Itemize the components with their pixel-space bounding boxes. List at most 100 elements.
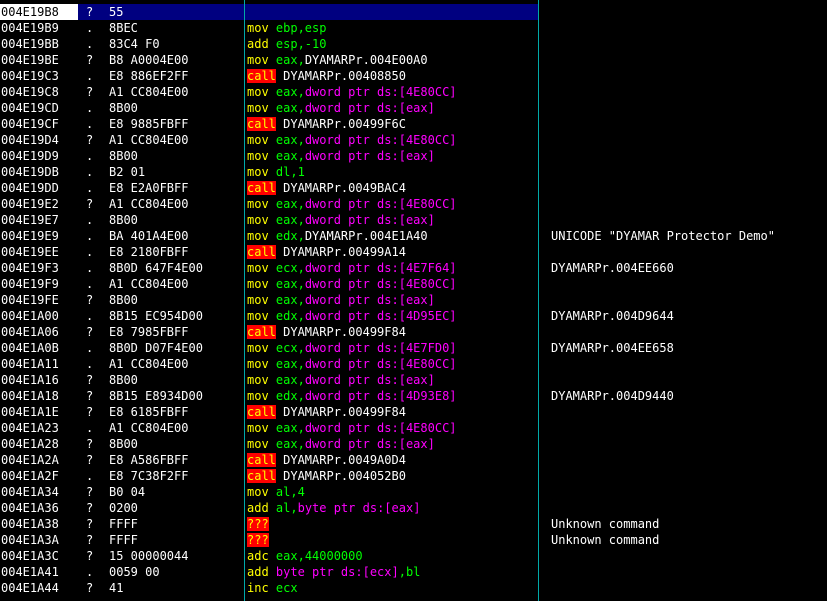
disasm-row[interactable]: 004E19B9. 8BEC mov ebp,esp [0,20,827,36]
command-token: mov [247,373,276,387]
command-token: mov [247,197,276,211]
row-hex-dump: 8B0D 647F4E00 [109,261,203,275]
row-hex-dump: 0200 [109,501,138,515]
row-address: 004E19EE [1,245,59,259]
row-hex-area: . A1 CC804E00 [78,356,244,372]
row-hex-dump: 8B15 E8934D00 [109,389,203,403]
disasm-row[interactable]: 004E1A16? 8B00 mov eax,dword ptr ds:[eax] [0,372,827,388]
command-token: DYAMARPr.004E00A0 [304,53,428,67]
row-command-area: mov ebp,esp [245,20,538,36]
row-command: adc eax,44000000 [247,548,363,564]
row-hex-dump: A1 CC804E00 [109,197,189,211]
row-hex-area: . A1 CC804E00 [78,276,244,292]
row-hex-area: . 8BEC [78,20,244,36]
disasm-row[interactable]: 004E1A36? 0200 add al,byte ptr ds:[eax] [0,500,827,516]
disasm-row[interactable]: 004E1A34? B0 04 mov al,4 [0,484,827,500]
command-token: eax, [275,357,305,371]
disasm-row[interactable]: 004E1A28? 8B00 mov eax,dword ptr ds:[eax] [0,436,827,452]
command-token: dl, [275,165,298,179]
row-hex-area: . E8 E2A0FBFF [78,180,244,196]
row-command: call DYAMARPr.00408850 [247,68,406,84]
row-marker: ? [86,501,94,515]
row-command: call DYAMARPr.00499A14 [247,244,406,260]
disasm-row[interactable]: 004E1A2F. E8 7C38F2FF call DYAMARPr.004052… [0,468,827,484]
disasm-row[interactable]: 004E19BE? B8 A0004E00 mov eax,DYAMARPr.004… [0,52,827,68]
disasm-row[interactable]: 004E1A11. A1 CC804E00 mov eax,dword ptr ds… [0,356,827,372]
disasm-row[interactable]: 004E19DD. E8 E2A0FBFF call DYAMARPr.0049BA… [0,180,827,196]
disasm-row[interactable]: 004E1A1E? E8 6185FBFF call DYAMARPr.00499F… [0,404,827,420]
command-token: eax, [275,373,305,387]
disasm-row[interactable]: 004E19DB. B2 01 mov dl,1 [0,164,827,180]
row-command: call DYAMARPr.004052B0 [247,468,406,484]
row-command-area: adc eax,44000000 [245,548,538,564]
disasm-row[interactable]: 004E1A3C? 15 00000044 adc eax,44000000 [0,548,827,564]
command-token: DYAMARPr.00499F6C [275,117,406,131]
disasm-row[interactable]: 004E1A41. 0059 00 add byte ptr ds:[ecx],bl [0,564,827,580]
row-hex-dump: 0059 00 [109,565,160,579]
row-hex-area: ? 8B00 [78,372,244,388]
disasm-row[interactable]: 004E19C8? A1 CC804E00 mov eax,dword ptr ds… [0,84,827,100]
disasm-row[interactable]: 004E19F9. A1 CC804E00 mov eax,dword ptr ds… [0,276,827,292]
row-comment: DYAMARPr.004D9644 [551,309,674,323]
row-hex-dump: 15 00000044 [109,549,189,563]
disasm-row[interactable]: 004E19FE? 8B00 mov eax,dword ptr ds:[eax] [0,292,827,308]
row-address: 004E1A2A [1,453,59,467]
row-hex-dump: B0 04 [109,485,146,499]
row-command-area: mov eax,dword ptr ds:[4E80CC] [245,84,538,100]
command-token: dword ptr ds:[eax] [304,101,435,115]
row-command-area: call DYAMARPr.00408850 [245,68,538,84]
disasm-row[interactable]: 004E19E9. BA 401A4E00 mov edx,DYAMARPr.004… [0,228,827,244]
row-marker: ? [86,133,94,147]
disasm-row[interactable]: 004E1A44? 41 inc ecx [0,580,827,596]
disasm-row[interactable]: 004E19CF. E8 9885FBFF call DYAMARPr.00499F… [0,116,827,132]
disasm-row[interactable]: 004E19EE. E8 2180FBFF call DYAMARPr.00499A… [0,244,827,260]
row-hex-area: ? 55 [78,4,244,20]
command-token: mov [247,21,276,35]
disasm-row[interactable]: 004E1A23. A1 CC804E00 mov eax,dword ptr ds… [0,420,827,436]
command-token: add [247,37,276,51]
disasm-row[interactable]: 004E19CD. 8B00 mov eax,dword ptr ds:[eax] [0,100,827,116]
disassembly-pane[interactable]: 004E19B8? 55 push ebp 004E19B9. 8BEC mov ebp,… [0,0,827,601]
row-hex-dump: 8B0D D07F4E00 [109,341,203,355]
command-token: push ebp [247,5,305,19]
row-command-area: mov eax,dword ptr ds:[eax] [245,212,538,228]
row-marker: ? [86,197,94,211]
command-token: eax, [275,293,305,307]
command-token: ecx, [275,261,305,275]
row-hex-dump: 8B00 [109,213,138,227]
command-token: dword ptr ds:[4E7FD0] [304,341,457,355]
command-token: dword ptr ds:[eax] [304,293,435,307]
row-address: 004E1A00 [1,309,59,323]
disasm-row[interactable]: 004E19E2? A1 CC804E00 mov eax,dword ptr ds… [0,196,827,212]
row-address: 004E1A44 [1,581,59,595]
command-token: edx, [275,229,305,243]
row-command-area: call DYAMARPr.0049A0D4 [245,452,538,468]
command-token: DYAMARPr.0049BAC4 [275,181,406,195]
disasm-row[interactable]: 004E19F3. 8B0D 647F4E00 mov ecx,dword ptr … [0,260,827,276]
disasm-row[interactable]: 004E19D4? A1 CC804E00 mov eax,dword ptr ds… [0,132,827,148]
disasm-row[interactable]: 004E1A18? 8B15 E8934D00 mov edx,dword ptr … [0,388,827,404]
row-address: 004E1A3C [1,549,59,563]
row-hex-dump: E8 6185FBFF [109,405,189,419]
disasm-row[interactable]: 004E1A3A? FFFF??? Unknown command [0,532,827,548]
row-command: mov eax,dword ptr ds:[4E80CC] [247,356,457,372]
disasm-row[interactable]: 004E1A2A? E8 A586FBFF call DYAMARPr.0049A0… [0,452,827,468]
disasm-row[interactable]: 004E19B8? 55 push ebp [0,4,827,20]
row-hex-dump: 8BEC [109,21,138,35]
disasm-row[interactable]: 004E1A06? E8 7985FBFF call DYAMARPr.00499F… [0,324,827,340]
row-hex-area: ? A1 CC804E00 [78,132,244,148]
disasm-row[interactable]: 004E1A00. 8B15 EC954D00 mov edx,dword ptr … [0,308,827,324]
row-marker: ? [86,5,94,19]
disasm-row[interactable]: 004E1A0B. 8B0D D07F4E00 mov ecx,dword ptr … [0,340,827,356]
disasm-row[interactable]: 004E1A38? FFFF??? Unknown command [0,516,827,532]
disasm-row[interactable]: 004E19BB. 83C4 F0 add esp,-10 [0,36,827,52]
command-token: ,bl [398,565,421,579]
row-address: 004E19BE [1,53,59,67]
row-hex-dump: 8B00 [109,293,138,307]
disasm-row[interactable]: 004E19E7. 8B00 mov eax,dword ptr ds:[eax] [0,212,827,228]
disasm-row[interactable]: 004E19C3. E8 886EF2FF call DYAMARPr.004088… [0,68,827,84]
row-hex-area: . A1 CC804E00 [78,420,244,436]
row-command-area: ??? [245,532,538,548]
command-token: add [247,501,276,515]
disasm-row[interactable]: 004E19D9. 8B00 mov eax,dword ptr ds:[eax] [0,148,827,164]
